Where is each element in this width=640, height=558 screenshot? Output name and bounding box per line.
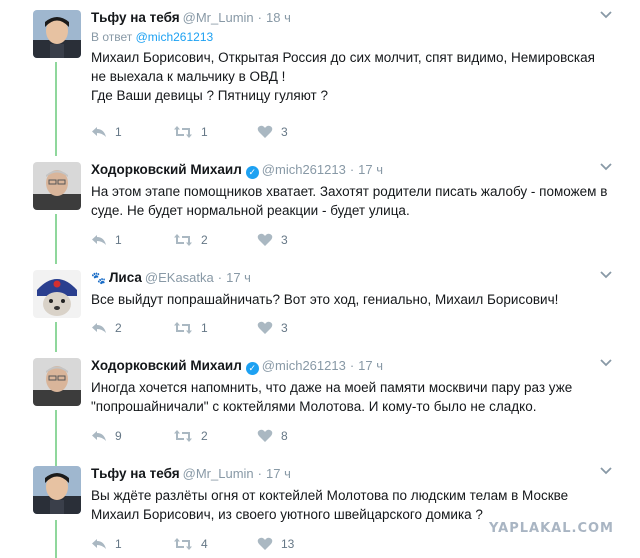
- tweet-text-line: не выехала к мальчику в ОВД !: [91, 69, 286, 84]
- paw-icon: 🐾: [91, 271, 106, 285]
- reply-icon: [92, 323, 106, 333]
- screen-name[interactable]: @EKasatka: [145, 270, 214, 285]
- avatar[interactable]: [33, 270, 81, 318]
- heart-icon: [257, 537, 273, 550]
- heart-icon: [257, 125, 273, 138]
- screen-name[interactable]: @Mr_Lumin: [183, 10, 254, 25]
- reply-count: 2: [115, 321, 122, 335]
- thread-line: [55, 322, 57, 352]
- reply-icon: [92, 127, 106, 137]
- thread-line: [55, 214, 57, 264]
- reply-context: В ответ @mich261213: [91, 30, 626, 44]
- reply-button[interactable]: 1: [91, 124, 122, 140]
- tweet-text: Все выйдут попрашайничать? Вот это ход, …: [91, 290, 626, 309]
- avatar[interactable]: [33, 358, 81, 406]
- retweet-button[interactable]: 2: [173, 232, 208, 248]
- thread-line: [55, 410, 57, 466]
- tweet-time[interactable]: 17 ч: [358, 358, 383, 373]
- tweet-text: Вы ждёте разлёты огня от коктейлей Молот…: [91, 486, 626, 524]
- reply-button[interactable]: 1: [91, 536, 122, 552]
- tweet-time[interactable]: 17 ч: [266, 466, 291, 481]
- like-button[interactable]: 3: [257, 320, 288, 336]
- screen-name[interactable]: @mich261213: [262, 358, 346, 373]
- retweet-button[interactable]: 2: [173, 428, 208, 444]
- reply-count: 1: [115, 233, 122, 247]
- retweet-icon: [174, 538, 192, 550]
- tweet-text-line: На этом этапе помощников хватает. Захотя…: [91, 184, 608, 199]
- chevron-down-icon[interactable]: [600, 10, 614, 20]
- tweet-text: На этом этапе помощников хватает. Захотя…: [91, 182, 626, 220]
- like-count: 8: [281, 429, 288, 443]
- like-button[interactable]: 8: [257, 428, 288, 444]
- like-count: 3: [281, 125, 288, 139]
- reply-icon: [92, 431, 106, 441]
- avatar[interactable]: [33, 162, 81, 210]
- thread-line: [55, 62, 57, 156]
- retweet-count: 2: [201, 233, 208, 247]
- verified-badge-icon: ✓: [245, 166, 259, 179]
- chevron-down-icon[interactable]: [600, 270, 614, 280]
- tweet-text-line: Вы ждёте разлёты огня от коктейлей Молот…: [91, 488, 569, 503]
- tweet-text-line: Все выйдут попрашайничать? Вот это ход, …: [91, 292, 559, 307]
- like-button[interactable]: 13: [257, 536, 294, 552]
- author-name[interactable]: Тьфу на тебя: [91, 466, 180, 481]
- tweet-time[interactable]: 17 ч: [226, 270, 251, 285]
- heart-icon: [257, 321, 273, 334]
- like-button[interactable]: 3: [257, 124, 288, 140]
- reply-count: 1: [115, 125, 122, 139]
- tweet-time[interactable]: 17 ч: [358, 162, 383, 177]
- reply-count: 1: [115, 537, 122, 551]
- retweet-icon: [174, 126, 192, 138]
- chevron-down-icon[interactable]: [600, 162, 614, 172]
- chevron-down-icon[interactable]: [600, 358, 614, 368]
- retweet-count: 2: [201, 429, 208, 443]
- thread-line: [55, 520, 57, 558]
- screen-name[interactable]: @Mr_Lumin: [183, 466, 254, 481]
- retweet-count: 1: [201, 125, 208, 139]
- tweet-text-line: суде. Не будет нормальной реакции - буде…: [91, 203, 410, 218]
- retweet-button[interactable]: 1: [173, 320, 208, 336]
- retweet-icon: [174, 430, 192, 442]
- avatar[interactable]: [33, 466, 81, 514]
- author-name[interactable]: Лиса: [109, 270, 142, 285]
- heart-icon: [257, 429, 273, 442]
- tweet-text-line: "попрошайничали" с коктейлями Молотова. …: [91, 399, 537, 414]
- author-name[interactable]: Ходорковский Михаил: [91, 162, 242, 177]
- retweet-icon: [174, 234, 192, 246]
- retweet-button[interactable]: 4: [173, 536, 208, 552]
- tweet-text-line: Где Ваши девицы ? Пятницу гуляют ?: [91, 88, 328, 103]
- like-button[interactable]: 3: [257, 232, 288, 248]
- screen-name[interactable]: @mich261213: [262, 162, 346, 177]
- like-count: 3: [281, 233, 288, 247]
- author-name[interactable]: Тьфу на тебя: [91, 10, 180, 25]
- tweet-text: Михаил Борисович, Открытая Россия до сих…: [91, 48, 626, 105]
- retweet-count: 4: [201, 537, 208, 551]
- tweet-text: Иногда хочется напомнить, что даже на мо…: [91, 378, 626, 416]
- reply-handle-link[interactable]: @mich261213: [136, 30, 214, 44]
- reply-button[interactable]: 2: [91, 320, 122, 336]
- author-name[interactable]: Ходорковский Михаил: [91, 358, 242, 373]
- verified-badge-icon: ✓: [245, 362, 259, 375]
- retweet-count: 1: [201, 321, 208, 335]
- watermark: YAPLAKAL.COM: [489, 521, 614, 536]
- reply-button[interactable]: 9: [91, 428, 122, 444]
- reply-label: В ответ: [91, 30, 133, 44]
- reply-button[interactable]: 1: [91, 232, 122, 248]
- tweet-time[interactable]: 18 ч: [266, 10, 291, 25]
- reply-icon: [92, 539, 106, 549]
- like-count: 13: [281, 537, 295, 551]
- tweet-text-line: Михаил Борисович, Открытая Россия до сих…: [91, 50, 595, 65]
- reply-count: 9: [115, 429, 122, 443]
- reply-icon: [92, 235, 106, 245]
- like-count: 3: [281, 321, 288, 335]
- retweet-icon: [174, 322, 192, 334]
- retweet-button[interactable]: 1: [173, 124, 208, 140]
- avatar[interactable]: [33, 10, 81, 58]
- chevron-down-icon[interactable]: [600, 466, 614, 476]
- heart-icon: [257, 233, 273, 246]
- tweet-text-line: Иногда хочется напомнить, что даже на мо…: [91, 380, 573, 395]
